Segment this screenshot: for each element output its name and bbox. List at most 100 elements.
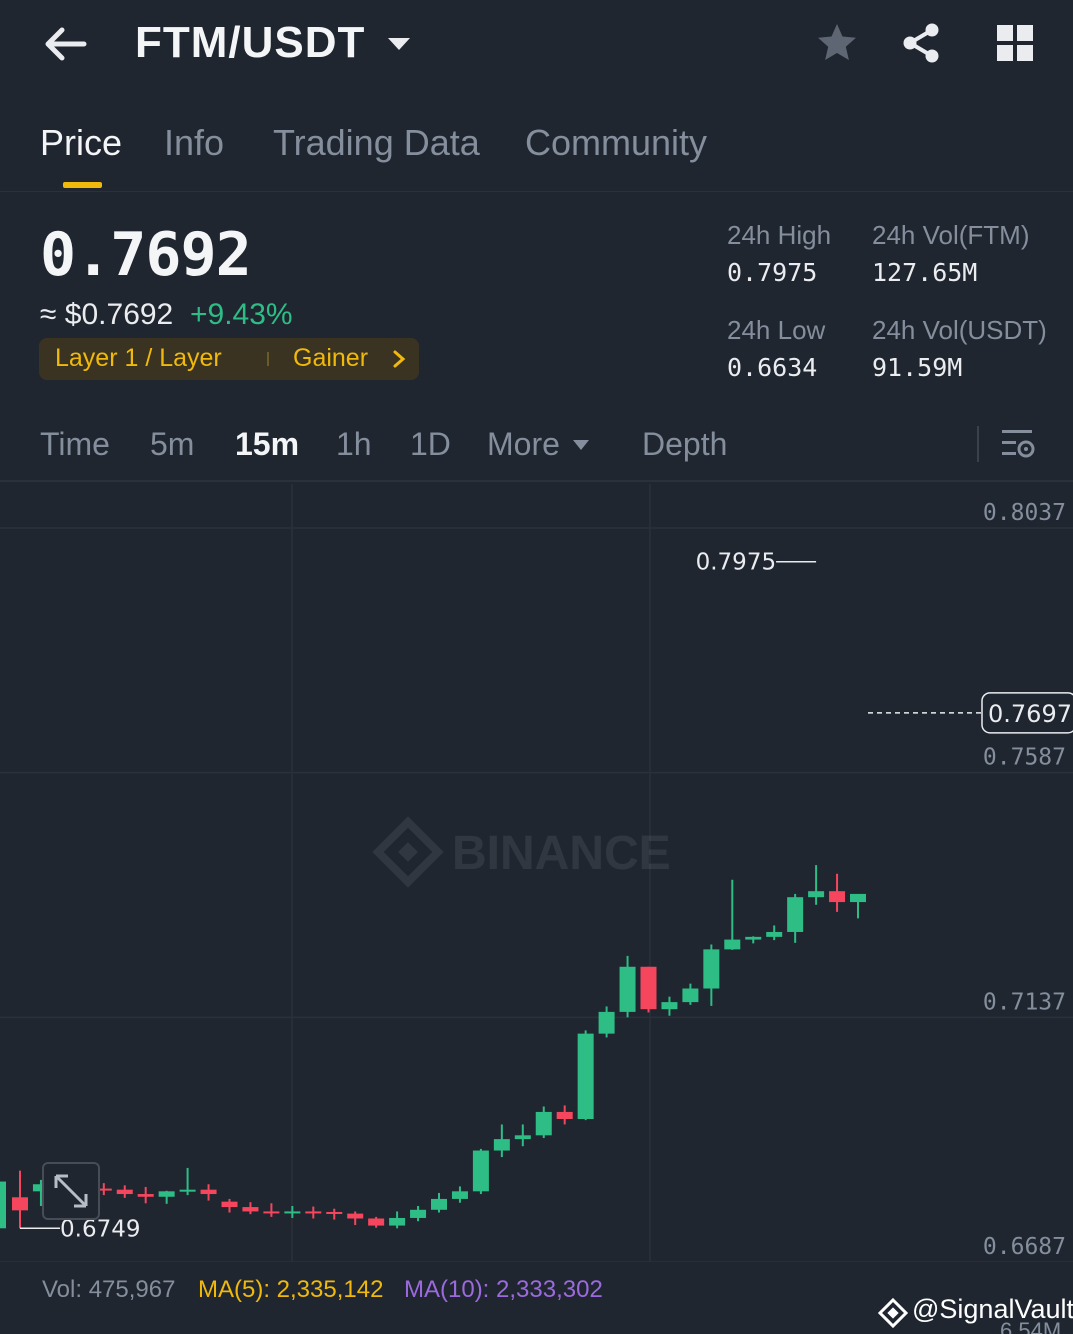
candle xyxy=(703,944,720,1006)
candle-body xyxy=(12,1197,28,1211)
interval-1d[interactable]: 1D xyxy=(410,426,451,463)
chevron-right-icon xyxy=(393,350,406,368)
candle-body xyxy=(368,1218,385,1226)
stat-low-label: 24h Low xyxy=(727,315,826,345)
candle xyxy=(493,1124,510,1158)
candle-body xyxy=(619,966,636,1012)
stat-vol-quote-label: 24h Vol(USDT) xyxy=(872,315,1047,345)
candle xyxy=(12,1170,28,1229)
candle-body xyxy=(305,1211,322,1214)
candle-body xyxy=(724,939,741,950)
candle xyxy=(305,1206,322,1219)
candle-body xyxy=(829,891,846,903)
candle-body xyxy=(598,1011,615,1034)
candle xyxy=(724,879,741,950)
high-marker-label: 0.7975 xyxy=(696,550,776,576)
candle-body xyxy=(431,1198,447,1210)
interval-more[interactable]: More xyxy=(487,426,560,463)
star-icon[interactable] xyxy=(814,20,860,66)
caret-down-icon[interactable] xyxy=(572,438,590,452)
candle xyxy=(179,1167,196,1196)
interval-15m[interactable]: 15m xyxy=(235,426,299,463)
candle xyxy=(745,936,762,944)
candle-body xyxy=(284,1211,301,1214)
expand-chart-button[interactable] xyxy=(42,1162,100,1220)
stat-vol-quote-value: 91.59M xyxy=(872,353,963,382)
candle xyxy=(556,1105,573,1125)
tab-trading-data[interactable]: Trading Data xyxy=(273,122,480,164)
stat-vol-base-value: 127.65M xyxy=(872,258,978,287)
interval-1h[interactable]: 1h xyxy=(336,426,372,463)
candle xyxy=(472,1148,489,1195)
candle-body xyxy=(389,1217,406,1226)
interval-depth[interactable]: Depth xyxy=(642,426,727,463)
candle xyxy=(242,1202,259,1215)
tag-category: Layer 1 / Layer xyxy=(55,344,222,372)
back-arrow-icon[interactable] xyxy=(40,22,92,66)
stat-high-value: 0.7975 xyxy=(727,258,818,287)
y-tick-label: 0.6687 xyxy=(983,1234,1066,1260)
candle-body xyxy=(347,1213,364,1219)
share-icon[interactable] xyxy=(898,20,944,66)
tab-info[interactable]: Info xyxy=(164,122,224,164)
pair-title[interactable]: FTM/USDT xyxy=(135,18,365,68)
candle xyxy=(0,1181,6,1229)
candle xyxy=(347,1211,364,1226)
candle-body xyxy=(682,988,699,1003)
candle xyxy=(829,873,846,912)
chart-watermark: BINANCE xyxy=(372,816,671,888)
tab-bar: Price Info Trading Data Community xyxy=(0,118,1073,192)
price-change-percent: +9.43% xyxy=(190,298,293,331)
ma5-value: MA(5): 2,335,142 xyxy=(198,1276,384,1303)
signalvault-logo-icon xyxy=(878,1298,908,1328)
y-tick-label: 0.7587 xyxy=(983,745,1066,771)
candle-body xyxy=(493,1139,510,1151)
candle-body xyxy=(472,1150,489,1192)
fiat-price: ≈ $0.7692 xyxy=(40,298,174,331)
interval-bar: Time 5m 15m 1h 1D More Depth xyxy=(0,420,1073,482)
caret-down-icon[interactable] xyxy=(385,30,413,58)
candle xyxy=(850,893,866,919)
chart-settings-icon[interactable] xyxy=(998,424,1038,464)
candle-body xyxy=(242,1207,259,1212)
watermark-text: BINANCE xyxy=(452,827,671,880)
interval-divider xyxy=(977,426,979,462)
candle-body xyxy=(116,1189,133,1195)
candle xyxy=(661,996,678,1016)
interval-5m[interactable]: 5m xyxy=(150,426,194,463)
candle xyxy=(263,1203,280,1217)
candle xyxy=(598,1006,615,1038)
candle xyxy=(535,1106,552,1139)
candle xyxy=(326,1208,343,1220)
candle xyxy=(577,1030,594,1121)
tag-rank: Gainer xyxy=(293,344,369,372)
candle xyxy=(368,1216,385,1228)
candle-body xyxy=(556,1111,573,1120)
tab-community[interactable]: Community xyxy=(525,122,707,164)
candle-body xyxy=(179,1189,196,1192)
tab-price[interactable]: Price xyxy=(40,122,122,164)
candle xyxy=(787,893,804,943)
interval-time[interactable]: Time xyxy=(40,426,110,463)
candle-body xyxy=(200,1189,217,1195)
candle xyxy=(682,983,699,1005)
candle xyxy=(158,1190,175,1204)
candle-body xyxy=(410,1209,427,1218)
candle xyxy=(431,1192,447,1213)
price-chart[interactable]: BINANCE 0.8037 0.7587 0.7137 0.6687 0.7975 0… xyxy=(0,484,1073,1262)
candle-body xyxy=(577,1033,594,1120)
candle-body xyxy=(745,936,762,940)
candle-body xyxy=(808,891,825,898)
y-tick-label: 0.7137 xyxy=(983,989,1066,1015)
candle-body xyxy=(0,1181,6,1229)
category-tag[interactable]: Layer 1 / Layer Gainer xyxy=(39,338,419,380)
grid-icon[interactable] xyxy=(992,20,1038,66)
candle-body xyxy=(766,931,783,937)
candle xyxy=(389,1211,406,1229)
y-tick-label: 0.8037 xyxy=(983,500,1066,526)
current-price-label: 0.7697 xyxy=(988,700,1072,728)
stat-low-value: 0.6634 xyxy=(727,353,818,382)
candle-body xyxy=(221,1201,238,1208)
candle xyxy=(640,966,657,1013)
last-price: 0.7692 xyxy=(40,220,252,290)
